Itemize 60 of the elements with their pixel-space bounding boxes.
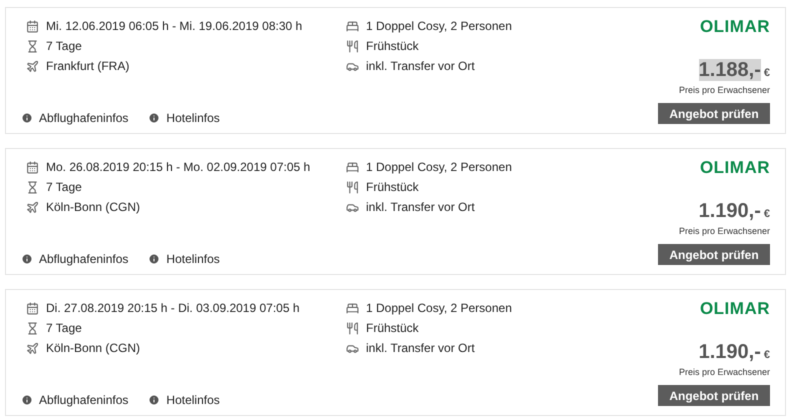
operator-logo: OLIMAR — [700, 17, 770, 37]
room-type: 1 Doppel Cosy, 2 Personen — [366, 159, 512, 176]
cutlery-icon — [346, 322, 359, 334]
info-icon — [21, 253, 33, 265]
info-icon — [148, 253, 160, 265]
room-type: 1 Doppel Cosy, 2 Personen — [366, 18, 512, 35]
price-note: Preis pro Erwachsener — [678, 84, 770, 97]
calendar-icon — [26, 160, 39, 174]
cutlery-icon — [346, 40, 359, 52]
departure-airport: Köln-Bonn (CGN) — [46, 199, 140, 216]
info-link[interactable]: Abflughafeninfos — [21, 391, 128, 409]
check-offer-button[interactable]: Angebot prüfen — [658, 103, 770, 124]
calendar-icon — [26, 20, 39, 32]
info-link[interactable]: Hotelinfos — [148, 109, 220, 127]
hourglass-icon — [26, 40, 39, 52]
travel-dates: Mi. 12.06.2019 06:05 h - Mi. 19.06.2019 08:30 h — [46, 18, 302, 35]
board-type: Frühstück — [366, 38, 419, 55]
price: 1.190,- — [698, 341, 761, 363]
bed-icon — [346, 302, 359, 314]
check-offer-button[interactable]: Angebot prüfen — [658, 244, 770, 265]
info-icon — [148, 394, 160, 406]
info-icon — [21, 112, 33, 124]
calendar-icon — [26, 302, 39, 314]
info-link[interactable]: Hotelinfos — [148, 391, 220, 409]
board-type: Frühstück — [366, 320, 419, 337]
price: 1.188,- — [698, 59, 761, 81]
room-type: 1 Doppel Cosy, 2 Personen — [366, 300, 512, 317]
info-icon — [21, 394, 33, 406]
plane-icon — [26, 60, 39, 72]
transfer-info: inkl. Transfer vor Ort — [366, 58, 475, 75]
transfer-info: inkl. Transfer vor Ort — [366, 199, 475, 216]
info-icon — [148, 112, 160, 124]
hourglass-icon — [26, 322, 39, 334]
duration: 7 Tage — [46, 179, 82, 196]
duration: 7 Tage — [46, 38, 82, 55]
currency: € — [764, 66, 770, 81]
transfer-info: inkl. Transfer vor Ort — [366, 340, 475, 357]
bed-icon — [346, 160, 359, 174]
price-note: Preis pro Erwachsener — [678, 224, 770, 238]
price-note: Preis pro Erwachsener — [678, 366, 770, 379]
plane-icon — [26, 200, 39, 214]
bed-icon — [346, 20, 359, 32]
currency: € — [764, 348, 770, 363]
hourglass-icon — [26, 180, 39, 194]
board-type: Frühstück — [366, 179, 419, 196]
info-link[interactable]: Abflughafeninfos — [21, 250, 128, 268]
travel-dates: Di. 27.08.2019 20:15 h - Di. 03.09.2019 07:05 h — [46, 300, 300, 317]
departure-airport: Köln-Bonn (CGN) — [46, 340, 140, 357]
operator-logo: OLIMAR — [700, 299, 770, 319]
price: 1.190,- — [698, 200, 761, 222]
info-link[interactable]: Abflughafeninfos — [21, 109, 128, 127]
travel-dates: Mo. 26.08.2019 20:15 h - Mo. 02.09.2019 07:05 h — [46, 159, 310, 176]
plane-icon — [26, 342, 39, 354]
operator-logo: OLIMAR — [700, 158, 770, 178]
cutlery-icon — [346, 180, 359, 194]
check-offer-button[interactable]: Angebot prüfen — [658, 385, 770, 406]
currency: € — [764, 207, 770, 222]
info-link[interactable]: Hotelinfos — [148, 250, 220, 268]
departure-airport: Frankfurt (FRA) — [46, 58, 130, 75]
duration: 7 Tage — [46, 320, 82, 337]
